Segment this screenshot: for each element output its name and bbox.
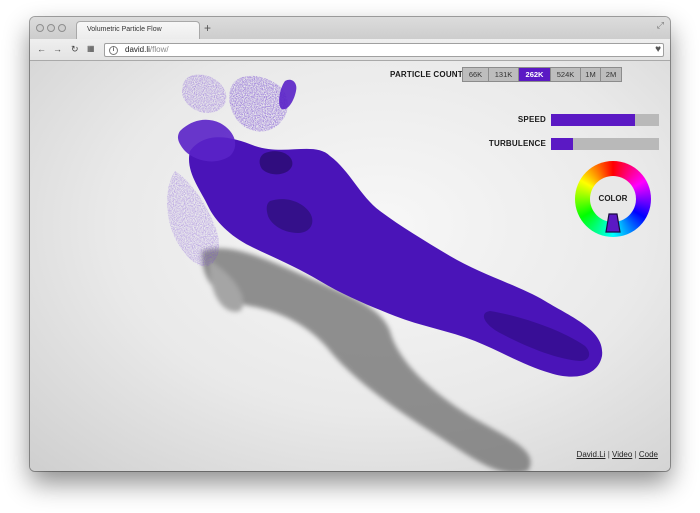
url-host: david.li [125, 45, 150, 54]
author-link[interactable]: David.Li [577, 450, 606, 459]
webgl-canvas[interactable]: PARTICLE COUNT 66K 131K 262K 524K 1M 2M … [30, 61, 670, 471]
particle-count-option-1m[interactable]: 1M [581, 68, 601, 81]
particle-count-option-2m[interactable]: 2M [601, 68, 621, 81]
color-wheel-handle[interactable] [605, 213, 621, 233]
apps-icon[interactable]: ▦ [87, 43, 95, 55]
info-icon[interactable]: i [109, 45, 118, 55]
particle-count-option-131k[interactable]: 131K [489, 68, 519, 81]
browser-window: Volumetric Particle Flow + ⤢ ← → ↻ ▦ i d… [30, 17, 670, 471]
url-text: david.li/flow/ [125, 44, 169, 56]
particle-count-option-524k[interactable]: 524K [551, 68, 581, 81]
fullscreen-icon[interactable]: ⤢ [657, 20, 664, 31]
new-tab-button[interactable]: + [204, 22, 211, 34]
footer-separator: | [607, 450, 610, 459]
code-link[interactable]: Code [639, 450, 658, 459]
speed-slider-fill [551, 114, 636, 126]
minimize-window-button[interactable] [47, 24, 55, 32]
particle-count-option-66k[interactable]: 66K [463, 68, 489, 81]
reload-icon[interactable]: ↻ [71, 43, 79, 55]
turbulence-slider[interactable] [551, 138, 659, 150]
zoom-window-button[interactable] [58, 24, 66, 32]
particle-count-option-262k[interactable]: 262K [519, 68, 551, 81]
turbulence-label: TURBULENCE [488, 139, 546, 148]
tab-bar: Volumetric Particle Flow + ⤢ [30, 17, 670, 39]
footer-links: David.Li | Video | Code [577, 450, 658, 459]
particle-count-label: PARTICLE COUNT [390, 70, 463, 79]
back-icon[interactable]: ← [37, 43, 46, 55]
browser-toolbar: ← → ↻ ▦ i david.li/flow/ ♥ [30, 39, 670, 61]
close-window-button[interactable] [36, 24, 44, 32]
browser-tab[interactable]: Volumetric Particle Flow [76, 21, 200, 39]
address-bar[interactable]: i david.li/flow/ ♥ [104, 43, 664, 57]
turbulence-slider-fill [551, 138, 573, 150]
tab-title: Volumetric Particle Flow [87, 26, 162, 33]
url-path: /flow/ [149, 45, 169, 54]
video-link[interactable]: Video [612, 450, 632, 459]
color-wheel[interactable]: COLOR [575, 161, 651, 237]
speed-slider[interactable] [551, 114, 659, 126]
footer-separator: | [634, 450, 637, 459]
particle-count-selector: 66K 131K 262K 524K 1M 2M [462, 67, 622, 82]
heart-icon[interactable]: ♥ [655, 44, 661, 56]
speed-label: SPEED [517, 115, 546, 124]
forward-icon[interactable]: → [53, 43, 62, 55]
